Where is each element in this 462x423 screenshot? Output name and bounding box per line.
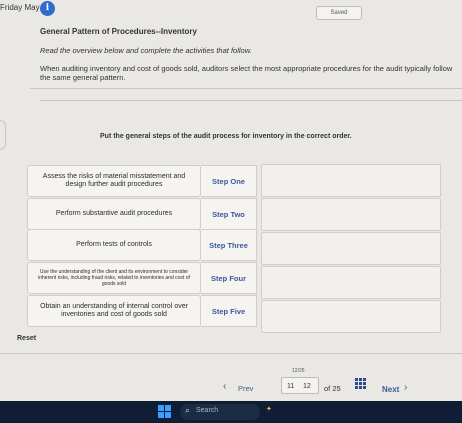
prev-button[interactable]: Prev [238, 384, 253, 393]
current-page-marker: 12/25 [292, 368, 305, 374]
chevron-left-icon[interactable]: ‹ [223, 381, 226, 392]
taskbar-search-input[interactable]: Search [196, 407, 218, 414]
step-label: Step Two [201, 198, 257, 230]
page-current-number: 12 [303, 383, 311, 390]
draggable-answer-item[interactable]: Use the understanding of the client and … [27, 262, 201, 294]
next-button[interactable]: Next [382, 385, 399, 394]
drop-target-slot[interactable] [261, 198, 441, 231]
grid-icon[interactable] [355, 378, 366, 389]
question-prompt: Put the general steps of the audit proce… [100, 133, 352, 140]
draggable-answer-item[interactable]: Assess the risks of material misstatemen… [27, 165, 201, 197]
info-icon[interactable]: i [40, 1, 55, 16]
collapse-handle[interactable] [0, 120, 6, 150]
drop-target-slot[interactable] [261, 266, 441, 299]
divider [40, 100, 462, 101]
windows-start-icon[interactable] [158, 405, 171, 418]
page-selector[interactable]: 11 12 [281, 377, 319, 394]
taskbar-search-box[interactable] [180, 404, 260, 420]
step-label: Step Four [201, 262, 257, 294]
draggable-answer-item[interactable]: Perform substantive audit procedures [27, 198, 201, 230]
drop-target-slot[interactable] [261, 164, 441, 197]
page-prev-number: 11 [287, 383, 295, 390]
step-label: Step One [201, 165, 257, 197]
divider [0, 353, 462, 354]
page-title: General Pattern of Procedures--Inventory [40, 27, 197, 36]
page-total-label: of 25 [324, 384, 341, 393]
draggable-answer-item[interactable]: Perform tests of controls [27, 229, 201, 261]
top-bar: Friday May 9 i Saved [0, 0, 462, 22]
step-label: Step Five [201, 295, 257, 327]
tray-icon[interactable]: ✦ [266, 405, 272, 413]
step-label: Step Three [201, 229, 257, 261]
draggable-answer-item[interactable]: Obtain an understanding of internal cont… [27, 295, 201, 327]
saved-status-button[interactable]: Saved [316, 6, 362, 20]
chevron-right-icon[interactable]: › [404, 382, 407, 393]
divider [30, 88, 462, 89]
overview-text: When auditing inventory and cost of good… [40, 64, 453, 82]
instructions-text: Read the overview below and complete the… [40, 46, 252, 55]
search-icon: ⌕ [185, 405, 191, 415]
drop-target-slot[interactable] [261, 300, 441, 333]
reset-button[interactable]: Reset [17, 335, 36, 342]
drop-target-slot[interactable] [261, 232, 441, 265]
